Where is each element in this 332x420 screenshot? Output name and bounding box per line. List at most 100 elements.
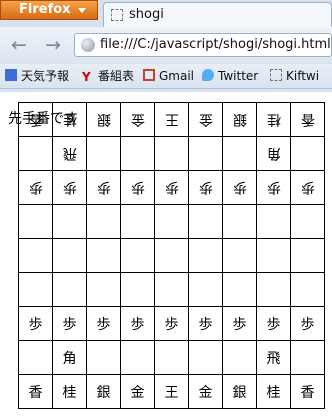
board-cell[interactable]: [18, 340, 53, 375]
board-cell[interactable]: 歩: [18, 306, 53, 341]
board-cell[interactable]: 銀: [86, 374, 121, 409]
board-cell[interactable]: [120, 204, 155, 239]
board-cell[interactable]: [256, 272, 291, 307]
board-cell[interactable]: 銀: [86, 102, 121, 137]
board-cell[interactable]: 香: [290, 374, 325, 409]
board-cell[interactable]: [290, 204, 325, 239]
board-cell[interactable]: 歩: [154, 170, 189, 205]
board-cell[interactable]: 歩: [188, 170, 223, 205]
board-cell[interactable]: 歩: [256, 170, 291, 205]
board-cell[interactable]: 飛: [256, 340, 291, 375]
board-cell[interactable]: [222, 272, 257, 307]
board-cell[interactable]: [256, 238, 291, 273]
board-cell[interactable]: [154, 272, 189, 307]
board-cell[interactable]: 歩: [86, 306, 121, 341]
board-cell[interactable]: 歩: [222, 306, 257, 341]
board-cell[interactable]: [222, 204, 257, 239]
board-cell[interactable]: 香: [290, 102, 325, 137]
board-row: [18, 272, 325, 307]
address-bar[interactable]: file:///C:/javascript/shogi/shogi.html: [74, 33, 332, 57]
board-cell[interactable]: [86, 136, 121, 171]
board-cell[interactable]: 銀: [222, 102, 257, 137]
board-cell[interactable]: 王: [154, 102, 189, 137]
board-cell[interactable]: 桂: [256, 102, 291, 137]
board-cell[interactable]: [290, 272, 325, 307]
board-cell[interactable]: 歩: [256, 306, 291, 341]
board-cell[interactable]: 王: [154, 374, 189, 409]
board-cell[interactable]: [18, 238, 53, 273]
shogi-piece: 飛: [62, 144, 77, 161]
shogi-piece: 歩: [232, 316, 247, 333]
tab-shogi[interactable]: shogi: [103, 2, 332, 27]
board-cell[interactable]: 銀: [222, 374, 257, 409]
board-cell[interactable]: 歩: [120, 170, 155, 205]
board-cell[interactable]: [290, 238, 325, 273]
board-cell[interactable]: [52, 272, 87, 307]
board-cell[interactable]: [290, 340, 325, 375]
board-cell[interactable]: [222, 136, 257, 171]
board-cell[interactable]: [154, 204, 189, 239]
board-cell[interactable]: [154, 238, 189, 273]
board-cell[interactable]: [52, 204, 87, 239]
board-cell[interactable]: [120, 272, 155, 307]
board-cell[interactable]: 歩: [52, 170, 87, 205]
board-cell[interactable]: 金: [188, 374, 223, 409]
board-cell[interactable]: [188, 238, 223, 273]
board-cell[interactable]: [188, 204, 223, 239]
board-cell[interactable]: 金: [120, 374, 155, 409]
back-arrow-icon[interactable]: ←: [7, 34, 31, 56]
board-cell[interactable]: [86, 204, 121, 239]
board-cell[interactable]: [222, 238, 257, 273]
board-cell[interactable]: 歩: [86, 170, 121, 205]
board-cell[interactable]: [18, 204, 53, 239]
board-cell[interactable]: 香: [18, 374, 53, 409]
board-cell[interactable]: [120, 238, 155, 273]
board-cell[interactable]: 歩: [188, 306, 223, 341]
board-cell[interactable]: [18, 272, 53, 307]
board-cell[interactable]: [86, 238, 121, 273]
board-cell[interactable]: 飛: [52, 136, 87, 171]
bookmark-twitter[interactable]: Twitter: [202, 67, 258, 85]
page-icon: [270, 69, 282, 81]
forward-arrow-icon[interactable]: →: [41, 34, 65, 56]
board-row: 香桂銀金王金銀桂香: [18, 374, 325, 409]
board-cell[interactable]: 金: [188, 102, 223, 137]
twitter-bird-icon: [202, 69, 214, 81]
board-cell[interactable]: 歩: [120, 306, 155, 341]
board-cell[interactable]: [154, 340, 189, 375]
board-cell[interactable]: 桂: [256, 374, 291, 409]
board-cell[interactable]: [52, 238, 87, 273]
board-cell[interactable]: [222, 340, 257, 375]
board-cell[interactable]: [120, 340, 155, 375]
shogi-piece: 歩: [96, 178, 111, 195]
board-cell[interactable]: [256, 204, 291, 239]
board-cell[interactable]: 歩: [290, 170, 325, 205]
board-cell[interactable]: 桂: [52, 374, 87, 409]
board-cell[interactable]: 角: [52, 340, 87, 375]
bookmark-gmail[interactable]: Gmail: [143, 67, 194, 85]
board-cell[interactable]: [154, 136, 189, 171]
shogi-piece: 香: [300, 110, 315, 127]
firefox-menu-button[interactable]: Firefox: [0, 0, 98, 20]
board-cell[interactable]: [188, 136, 223, 171]
board-cell[interactable]: 歩: [18, 170, 53, 205]
board-cell[interactable]: [18, 136, 53, 171]
board-cell[interactable]: 角: [256, 136, 291, 171]
board-cell[interactable]: 金: [120, 102, 155, 137]
board-cell[interactable]: [120, 136, 155, 171]
board-cell[interactable]: [86, 272, 121, 307]
board-cell[interactable]: 歩: [52, 306, 87, 341]
bookmark-kiftwi[interactable]: Kiftwi: [270, 67, 319, 85]
board-cell[interactable]: 歩: [222, 170, 257, 205]
bookmark-label: Gmail: [159, 69, 195, 83]
bookmark-tv-guide[interactable]: Y 番組表: [82, 67, 134, 85]
board-cell[interactable]: [290, 136, 325, 171]
board-cell[interactable]: [188, 272, 223, 307]
board-cell[interactable]: 歩: [154, 306, 189, 341]
board-cell[interactable]: 歩: [290, 306, 325, 341]
board-cell[interactable]: [86, 340, 121, 375]
shogi-piece: 桂: [266, 110, 281, 127]
shogi-piece: 歩: [62, 316, 77, 333]
bookmark-weather[interactable]: 天気予報: [5, 67, 69, 85]
board-cell[interactable]: [188, 340, 223, 375]
